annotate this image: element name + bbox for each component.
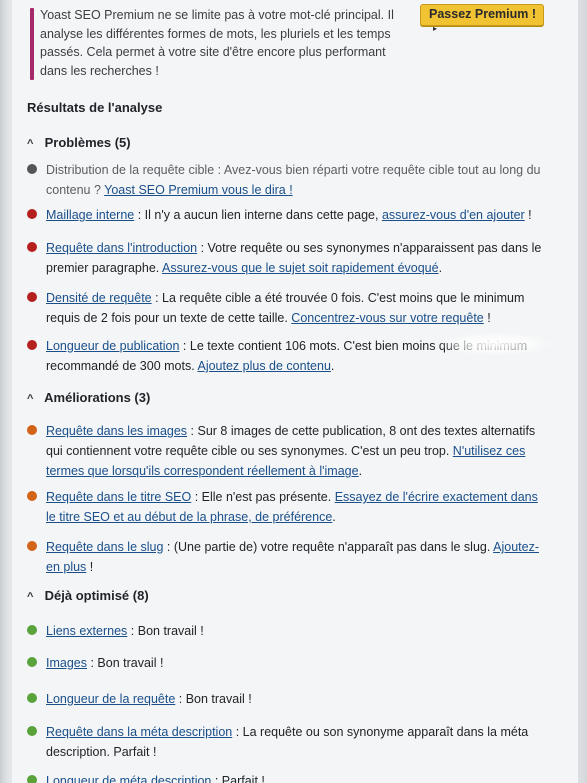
section-label-good: Déjà optimisé (8)	[44, 588, 149, 603]
caret-right-icon: ▸	[433, 24, 438, 33]
item-tail: .	[332, 510, 336, 524]
upsell-message: Yoast SEO Premium ne se limite pas à vot…	[40, 8, 394, 78]
check-title-link[interactable]: Images	[46, 656, 87, 670]
go-premium-label: Passez Premium !	[429, 7, 536, 21]
chevron-up-icon: ^	[27, 138, 34, 150]
item-tail: !	[483, 311, 491, 325]
check-title-link[interactable]: Maillage interne	[46, 208, 134, 222]
item-tail: .	[438, 261, 443, 275]
fix-link[interactable]: Ajoutez plus de contenu	[197, 359, 330, 373]
bullet-problem-icon	[27, 209, 37, 219]
check-title-link[interactable]: Requête dans la méta description	[46, 725, 232, 739]
item-tail: .	[330, 359, 335, 373]
fix-link[interactable]: assurez-vous d'en ajouter	[382, 208, 525, 222]
item-tail: .	[358, 464, 363, 478]
bullet-good-icon	[27, 657, 37, 667]
check-title-link[interactable]: Densité de requête	[46, 291, 152, 305]
item-tail: !	[86, 560, 94, 574]
results-title: Résultats de l'analyse	[27, 100, 163, 115]
check-title-link[interactable]: Requête dans l'introduction	[46, 241, 197, 255]
item-text: : Bon travail !	[87, 656, 164, 670]
item-tail: !	[524, 208, 532, 222]
go-premium-button[interactable]: Passez Premium ! ▸	[420, 4, 544, 33]
bullet-improvement-icon	[27, 491, 37, 501]
check-title-link[interactable]: Requête dans le titre SEO	[46, 490, 191, 504]
upsell-accent-bar	[30, 8, 34, 80]
section-toggle-good[interactable]: ^ Déjà optimisé (8)	[27, 588, 149, 603]
bullet-good-icon	[27, 775, 37, 783]
chevron-up-icon: ^	[27, 591, 34, 603]
section-label-problems: Problèmes (5)	[44, 135, 131, 150]
item-text: : (Une partie de) votre requête n'appara…	[163, 540, 494, 554]
check-title-link[interactable]: Longueur de publication	[46, 339, 179, 353]
bullet-problem-icon	[27, 340, 37, 350]
item-text: : Bon travail !	[175, 692, 252, 706]
check-title-link[interactable]: Liens externes	[46, 624, 127, 638]
item-text: : Elle n'est pas présente.	[191, 490, 335, 504]
item-text: : Parfait !	[211, 774, 265, 783]
check-title-link[interactable]: Longueur de méta description	[46, 774, 211, 783]
bullet-improvement-icon	[27, 541, 37, 551]
section-toggle-improvements[interactable]: ^ Améliorations (3)	[27, 390, 150, 405]
bullet-problem-icon	[27, 292, 37, 302]
premium-link[interactable]: Yoast SEO Premium vous le dira !	[104, 183, 293, 197]
item-text: : Bon travail !	[127, 624, 204, 638]
premium-upsell: Yoast SEO Premium ne se limite pas à vot…	[30, 2, 420, 82]
bullet-good-icon	[27, 625, 37, 635]
section-toggle-problems[interactable]: ^ Problèmes (5)	[27, 135, 131, 150]
check-title-link[interactable]: Requête dans le slug	[46, 540, 163, 554]
check-title-link[interactable]: Requête dans les images	[46, 424, 187, 438]
bullet-good-icon	[27, 693, 37, 703]
bullet-improvement-icon	[27, 425, 37, 435]
chevron-up-icon: ^	[27, 393, 34, 405]
fix-link[interactable]: Concentrez-vous sur votre requête	[291, 311, 483, 325]
bullet-good-icon	[27, 726, 37, 736]
screen: Yoast SEO Premium ne se limite pas à vot…	[0, 0, 587, 783]
fix-link[interactable]: Assurez-vous que le sujet soit rapidemen…	[162, 261, 439, 275]
bullet-problem-icon	[27, 242, 37, 252]
section-label-improvements: Améliorations (3)	[44, 390, 151, 405]
analysis-panel: Yoast SEO Premium ne se limite pas à vot…	[12, 0, 578, 783]
item-text: : Il n'y a aucun lien interne dans cette…	[134, 208, 382, 222]
bullet-problem-icon	[27, 164, 37, 174]
check-title-link[interactable]: Longueur de la requête	[46, 692, 175, 706]
